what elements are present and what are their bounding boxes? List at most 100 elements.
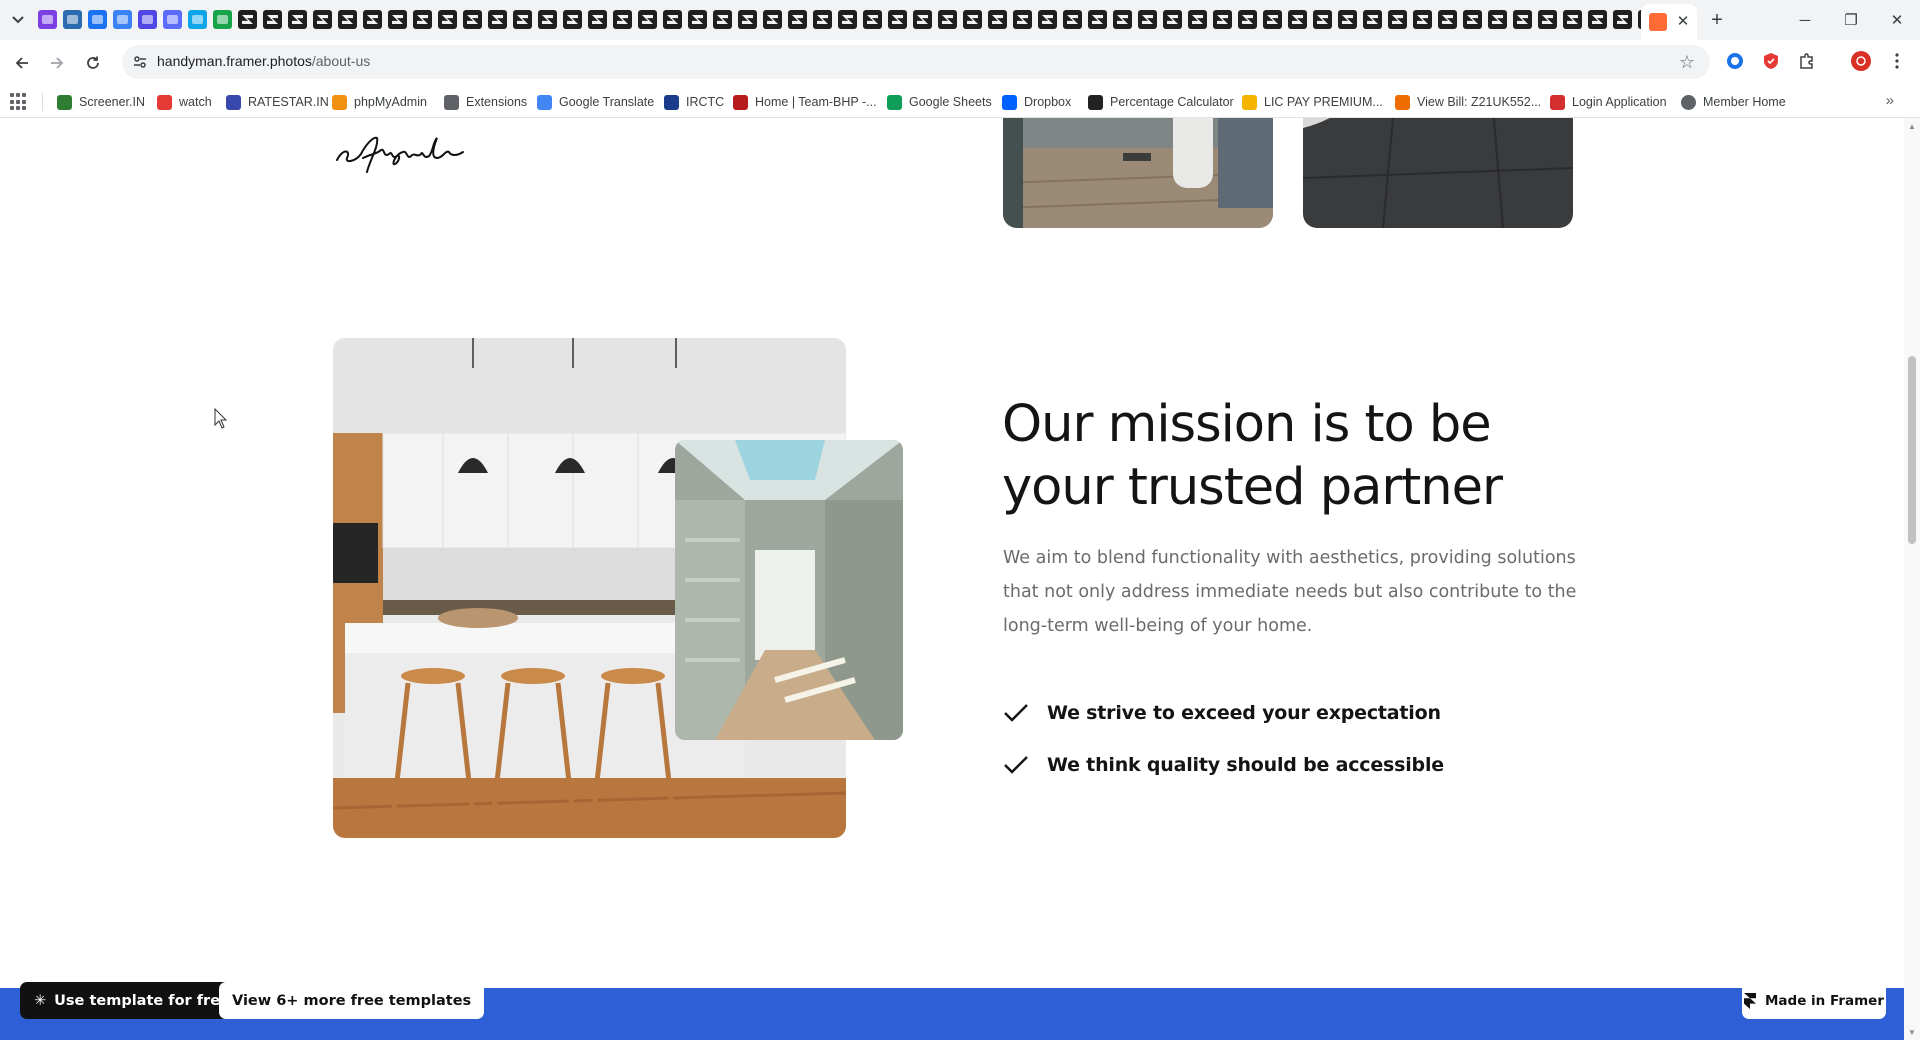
bookmark-star-icon[interactable]: ☆	[1676, 51, 1698, 73]
framer-tab-icon[interactable]	[1063, 10, 1082, 29]
framer-tab-icon[interactable]	[663, 10, 682, 29]
framer-tab-icon[interactable]	[838, 10, 857, 29]
framer-tab-icon[interactable]	[238, 10, 257, 29]
framer-tab-icon[interactable]	[913, 10, 932, 29]
bookmark-extensions[interactable]: Extensions	[444, 92, 527, 112]
framer-tab-icon[interactable]	[1163, 10, 1182, 29]
bookmark-google-sheets[interactable]: Google Sheets	[887, 92, 992, 112]
bookmark-google-translate[interactable]: Google Translate	[537, 92, 654, 112]
framer-tab-icon[interactable]	[1313, 10, 1332, 29]
tab-close-icon[interactable]: ✕	[1673, 11, 1693, 31]
framer-tab-icon[interactable]	[413, 10, 432, 29]
tab-favicon-icon[interactable]	[138, 10, 157, 29]
tab-favicon-icon[interactable]	[163, 10, 182, 29]
tab-favicon-icon[interactable]	[88, 10, 107, 29]
framer-tab-icon[interactable]	[738, 10, 757, 29]
tab-favicon-icon[interactable]	[113, 10, 132, 29]
shield-extension-icon[interactable]	[1760, 50, 1782, 72]
framer-tab-icon[interactable]	[1113, 10, 1132, 29]
framer-tab-icon[interactable]	[1363, 10, 1382, 29]
bookmark-percentage-calculator[interactable]: Percentage Calculator	[1088, 92, 1234, 112]
bookmark-view-bill[interactable]: View Bill: Z21UK552...	[1395, 92, 1541, 112]
framer-tab-icon[interactable]	[1188, 10, 1207, 29]
framer-tab-icon[interactable]	[1413, 10, 1432, 29]
tab-favicon-icon[interactable]	[38, 10, 57, 29]
framer-tab-icon[interactable]	[1588, 10, 1607, 29]
more-bookmarks-chevron-icon[interactable]: »	[1886, 92, 1894, 109]
framer-tab-icon[interactable]	[888, 10, 907, 29]
minimize-button[interactable]: ─	[1782, 0, 1828, 40]
tab-favicon-icon[interactable]	[63, 10, 82, 29]
framer-tab-icon[interactable]	[363, 10, 382, 29]
active-tab[interactable]: ✕	[1641, 4, 1697, 40]
framer-tab-icon[interactable]	[1288, 10, 1307, 29]
tab-favicon-icon[interactable]	[188, 10, 207, 29]
browser-menu-icon[interactable]	[1886, 50, 1908, 72]
bookmark-irctc[interactable]: IRCTC	[664, 92, 724, 112]
framer-tab-icon[interactable]	[1263, 10, 1282, 29]
framer-tab-icon[interactable]	[1138, 10, 1157, 29]
extension-icon[interactable]	[1724, 50, 1746, 72]
bookmark-screener[interactable]: Screener.IN	[57, 92, 145, 112]
bookmark-watch[interactable]: watch	[157, 92, 212, 112]
forward-button[interactable]	[44, 50, 70, 76]
bookmark-team-bhp[interactable]: Home | Team-BHP -...	[733, 92, 877, 112]
extensions-puzzle-icon[interactable]	[1796, 50, 1818, 72]
framer-tab-icon[interactable]	[938, 10, 957, 29]
framer-tab-icon[interactable]	[1388, 10, 1407, 29]
tab-search-icon[interactable]	[9, 11, 27, 29]
framer-tab-icon[interactable]	[1613, 10, 1632, 29]
framer-tab-icon[interactable]	[1238, 10, 1257, 29]
new-tab-button[interactable]: +	[1705, 8, 1729, 32]
framer-tab-icon[interactable]	[788, 10, 807, 29]
more-templates-button[interactable]: View 6+ more free templates	[219, 982, 485, 1019]
framer-tab-icon[interactable]	[613, 10, 632, 29]
framer-tab-icon[interactable]	[638, 10, 657, 29]
framer-tab-icon[interactable]	[988, 10, 1007, 29]
framer-tab-icon[interactable]	[563, 10, 582, 29]
framer-tab-icon[interactable]	[863, 10, 882, 29]
framer-tab-icon[interactable]	[713, 10, 732, 29]
framer-tab-icon[interactable]	[1463, 10, 1482, 29]
scrollbar-thumb[interactable]	[1908, 356, 1916, 544]
framer-tab-icon[interactable]	[513, 10, 532, 29]
framer-tab-icon[interactable]	[488, 10, 507, 29]
framer-tab-icon[interactable]	[538, 10, 557, 29]
bookmark-login-application[interactable]: Login Application	[1550, 92, 1667, 112]
bookmark-ratestar[interactable]: RATESTAR.IN	[226, 92, 329, 112]
framer-tab-icon[interactable]	[438, 10, 457, 29]
apps-grid-icon[interactable]	[10, 93, 28, 111]
framer-tab-icon[interactable]	[963, 10, 982, 29]
framer-tab-icon[interactable]	[688, 10, 707, 29]
bookmark-lic-pay-premium[interactable]: LIC PAY PREMIUM...	[1242, 92, 1383, 112]
scroll-up-arrow-icon[interactable]: ▲	[1908, 122, 1916, 131]
framer-tab-icon[interactable]	[813, 10, 832, 29]
maximize-button[interactable]: ❐	[1828, 0, 1874, 40]
framer-tab-icon[interactable]	[1513, 10, 1532, 29]
scroll-down-arrow-icon[interactable]: ▼	[1908, 1028, 1916, 1037]
close-window-button[interactable]: ✕	[1874, 0, 1920, 40]
page-scrollbar[interactable]: ▲ ▼	[1904, 118, 1920, 1040]
framer-tab-icon[interactable]	[288, 10, 307, 29]
framer-tab-icon[interactable]	[1338, 10, 1357, 29]
reload-button[interactable]	[80, 50, 106, 76]
bookmark-phpmyadmin[interactable]: phpMyAdmin	[332, 92, 427, 112]
framer-tab-icon[interactable]	[588, 10, 607, 29]
bookmark-dropbox[interactable]: Dropbox	[1002, 92, 1071, 112]
framer-tab-icon[interactable]	[1538, 10, 1557, 29]
address-bar[interactable]: handyman.framer.photos/about-us ☆	[122, 45, 1710, 79]
framer-tab-icon[interactable]	[1038, 10, 1057, 29]
framer-tab-icon[interactable]	[1438, 10, 1457, 29]
back-button[interactable]	[9, 50, 35, 76]
framer-tab-icon[interactable]	[388, 10, 407, 29]
site-info-icon[interactable]	[130, 52, 150, 72]
framer-tab-icon[interactable]	[1013, 10, 1032, 29]
framer-tab-icon[interactable]	[1213, 10, 1232, 29]
framer-tab-icon[interactable]	[313, 10, 332, 29]
framer-tab-icon[interactable]	[338, 10, 357, 29]
tab-favicon-icon[interactable]	[213, 10, 232, 29]
url-text[interactable]: handyman.framer.photos/about-us	[157, 53, 370, 69]
bookmark-member-home[interactable]: Member Home	[1681, 92, 1786, 112]
framer-tab-icon[interactable]	[263, 10, 282, 29]
framer-tab-icon[interactable]	[463, 10, 482, 29]
